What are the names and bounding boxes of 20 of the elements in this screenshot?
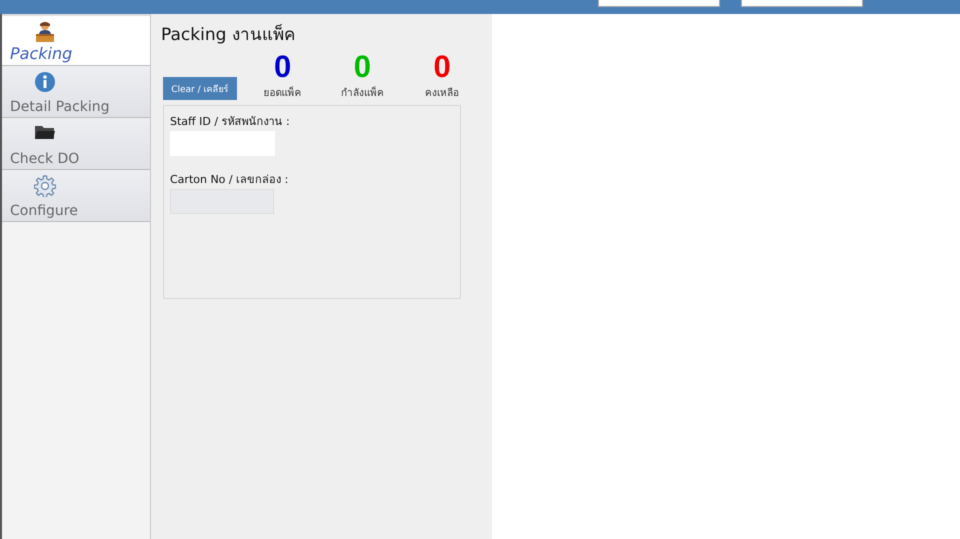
field-label: Staff ID / รหัสพนักงาน : [170, 114, 291, 130]
info-icon [34, 71, 56, 93]
sidebar-item[interactable]: Configure [2, 170, 150, 222]
page-title: Packing งานแพ็ค [161, 23, 296, 47]
counter-label: คงเหลือ [425, 86, 460, 100]
counter-value: 0 [434, 51, 451, 83]
settings-icon [34, 175, 56, 197]
counter-label: ยอดแพ็ค [264, 85, 302, 100]
field-label: Carton No / เลขกล่อง : [170, 172, 290, 188]
counter-value: 0 [274, 51, 292, 83]
sidebar-item[interactable]: Detail Packing [2, 66, 150, 118]
header-field[interactable] [598, 0, 720, 7]
person-at-desk-icon [34, 21, 56, 43]
header-field[interactable] [741, 0, 863, 7]
counter-label: กำลังแพ็ค [340, 85, 384, 100]
folder-icon [34, 123, 56, 141]
sidebar-item[interactable]: Check DO [2, 118, 150, 170]
clear-button[interactable]: Clear / เคลียร์ [163, 77, 237, 100]
sidebar-item[interactable]: Packing [2, 14, 150, 66]
counter-value: 0 [354, 51, 371, 83]
